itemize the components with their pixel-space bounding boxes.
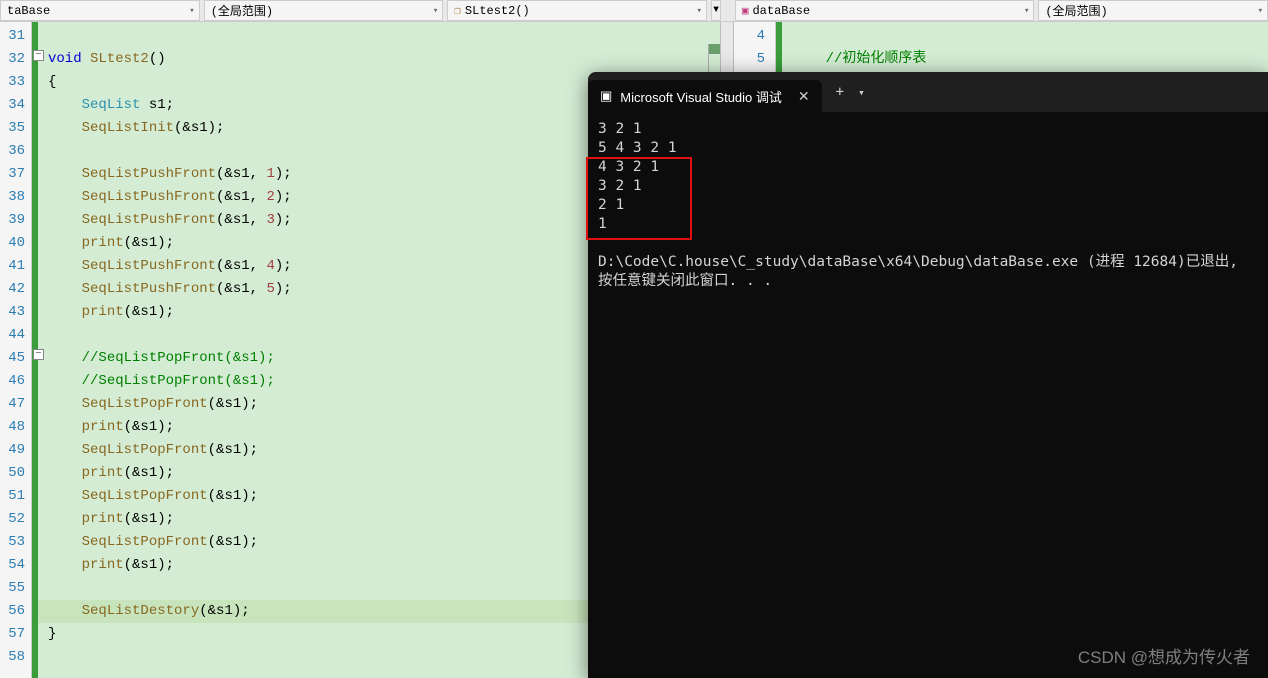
dropdown-label: SLtest2(): [465, 4, 530, 18]
line-number: 40: [0, 232, 25, 255]
scope-dropdown-right[interactable]: (全局范围) ▾: [1038, 0, 1268, 21]
terminal-tab-title: Microsoft Visual Studio 调试: [620, 87, 782, 106]
line-number-gutter: 3132333435363738394041424344454647484950…: [0, 22, 32, 678]
terminal-tab-actions: + ▾: [822, 84, 865, 100]
line-number: 51: [0, 485, 25, 508]
dropdown-label: (全局范围): [1045, 2, 1107, 19]
dropdown-label: dataBase: [752, 4, 810, 18]
pane-splitter[interactable]: [721, 0, 735, 21]
scope-dropdown-2[interactable]: (全局范围) ▾: [204, 0, 444, 21]
code-line: [780, 25, 1268, 48]
line-number: 4: [734, 25, 765, 48]
line-number: 48: [0, 416, 25, 439]
extra-dropdown[interactable]: ▾: [711, 0, 721, 21]
line-number: 42: [0, 278, 25, 301]
line-number: 35: [0, 117, 25, 140]
line-number: 58: [0, 646, 25, 669]
line-number: 33: [0, 71, 25, 94]
chevron-down-icon: ▾: [696, 6, 701, 16]
line-number: 55: [0, 577, 25, 600]
line-number: 50: [0, 462, 25, 485]
chevron-down-icon: ▾: [1258, 6, 1263, 16]
line-number: 52: [0, 508, 25, 531]
terminal-tab[interactable]: ▣ Microsoft Visual Studio 调试 ✕: [588, 80, 822, 112]
line-number: 36: [0, 140, 25, 163]
top-toolbar: taBase ▾ (全局范围) ▾ ❒ SLtest2() ▾ ▾ ▣ data…: [0, 0, 1268, 22]
dropdown-label: taBase: [7, 4, 50, 18]
function-dropdown[interactable]: ❒ SLtest2() ▾: [447, 0, 707, 21]
scope-dropdown-1[interactable]: taBase ▾: [0, 0, 200, 21]
dropdown-label: (全局范围): [211, 2, 273, 19]
line-number: 46: [0, 370, 25, 393]
fold-toggle[interactable]: −: [33, 349, 44, 360]
fold-toggle[interactable]: −: [33, 50, 44, 61]
cube-icon: ❒: [454, 4, 461, 18]
change-indicator-bar: [776, 22, 782, 72]
watermark-text: CSDN @想成为传火者: [1078, 643, 1250, 668]
chevron-down-icon: ▾: [189, 6, 194, 16]
line-number: 37: [0, 163, 25, 186]
terminal-icon: ▣: [600, 88, 612, 104]
line-number: 43: [0, 301, 25, 324]
terminal-output[interactable]: 3 2 1 5 4 3 2 1 4 3 2 1 3 2 1 2 1 1 D:\C…: [588, 112, 1268, 299]
close-tab-icon[interactable]: ✕: [798, 88, 810, 105]
line-number: 45: [0, 347, 25, 370]
terminal-titlebar[interactable]: ▣ Microsoft Visual Studio 调试 ✕ + ▾: [588, 72, 1268, 112]
line-number: 38: [0, 186, 25, 209]
code-line: [36, 25, 720, 48]
line-number: 47: [0, 393, 25, 416]
line-number: 49: [0, 439, 25, 462]
line-number: 31: [0, 25, 25, 48]
line-number: 39: [0, 209, 25, 232]
debug-terminal-window: ▣ Microsoft Visual Studio 调试 ✕ + ▾ 3 2 1…: [588, 72, 1268, 678]
code-line: //初始化顺序表: [780, 48, 1268, 71]
line-number: 5: [734, 48, 765, 71]
line-number: 34: [0, 94, 25, 117]
line-number: 53: [0, 531, 25, 554]
line-number: 41: [0, 255, 25, 278]
chevron-down-icon: ▾: [712, 2, 720, 18]
line-number: 32: [0, 48, 25, 71]
chevron-down-icon: ▾: [1024, 6, 1029, 16]
file-dropdown[interactable]: ▣ dataBase ▾: [735, 0, 1035, 21]
code-line: void SLtest2(): [36, 48, 720, 71]
line-number: 57: [0, 623, 25, 646]
new-tab-icon[interactable]: +: [836, 84, 844, 100]
line-number: 56: [0, 600, 25, 623]
line-number: 44: [0, 324, 25, 347]
chevron-down-icon[interactable]: ▾: [858, 86, 865, 99]
line-number: 54: [0, 554, 25, 577]
file-icon: ▣: [742, 4, 749, 18]
chevron-down-icon: ▾: [433, 6, 438, 16]
